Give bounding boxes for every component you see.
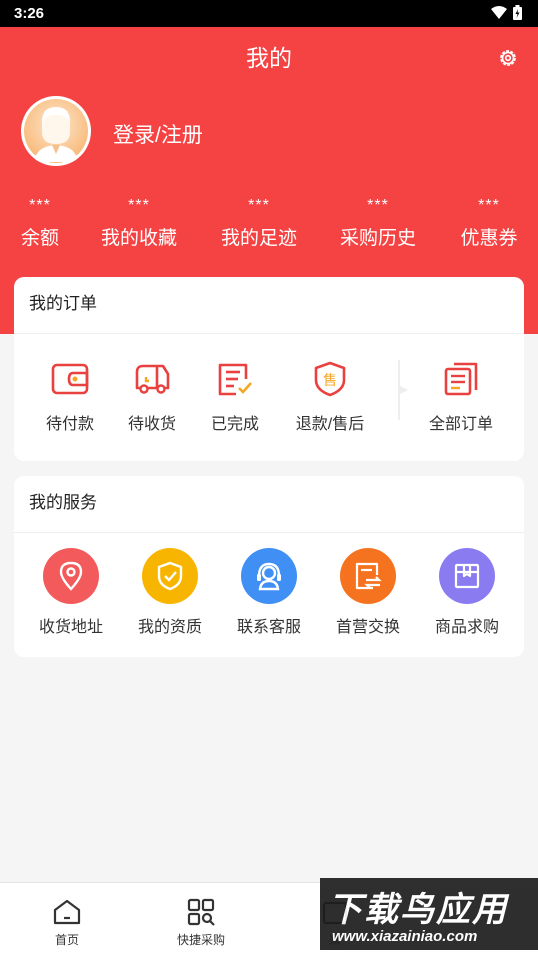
stat-footprints[interactable]: *** 我的足迹 [214,197,304,250]
order-status-row: 待付款 待收货 已完成 售 退款/售后 全部订单 [14,334,524,461]
stat-label: 我的收藏 [100,228,177,249]
service-label: 我的资质 [137,619,202,636]
order-item-label: 已完成 [210,416,259,433]
shield-check-icon [157,561,183,591]
my-orders-card: 我的订单 待付款 待收货 已完成 售 退款/售后 全部订单 [14,277,524,461]
stat-balance[interactable]: *** 余额 [14,197,66,250]
service-icon-circle [142,548,198,604]
documents-icon [444,362,478,396]
stat-label: 采购历史 [339,228,416,249]
stats-row: *** 余额 *** 我的收藏 *** 我的足迹 *** 采购历史 *** 优惠… [0,197,538,257]
avatar-person-icon [24,99,88,163]
service-shipping-address[interactable]: 收货地址 [21,548,121,637]
service-customer-support[interactable]: 联系客服 [219,548,319,637]
stat-purchase-history[interactable]: *** 采购历史 [333,197,423,250]
service-label: 联系客服 [236,619,301,636]
stat-value: *** [248,197,270,214]
service-label: 收货地址 [38,619,103,636]
wallet-icon [51,363,89,395]
location-pin-icon [59,561,83,591]
quick-purchase-icon [187,898,215,926]
watermark: 下载鸟应用 www.xiazainiao.com [320,878,538,950]
stat-favorites[interactable]: *** 我的收藏 [94,197,184,250]
status-icons [491,5,522,20]
stat-value: *** [478,197,500,214]
tab-label: 快捷采购 [176,933,225,947]
service-icon-circle [439,548,495,604]
exchange-doc-icon [355,562,382,590]
home-icon [53,899,81,925]
aftersale-shield-icon: 售 [314,361,346,397]
stat-label: 余额 [20,228,59,249]
battery-icon [513,5,522,20]
order-all[interactable]: 全部订单 [411,357,511,434]
service-first-exchange[interactable]: 首营交换 [318,548,418,637]
checklist-icon [218,363,252,396]
order-completed[interactable]: 已完成 [185,357,285,434]
wifi-icon [491,5,507,19]
tab-home[interactable]: 首页 [0,883,134,948]
stat-coupons[interactable]: *** 优惠券 [453,197,525,250]
service-row: 收货地址 我的资质 联系客服 首营交换 商品求购 [14,533,524,657]
my-services-card: 我的服务 收货地址 我的资质 联系客服 首营交换 商品求购 [14,476,524,657]
service-icon-circle [340,548,396,604]
order-refund-aftersale[interactable]: 售 退款/售后 [280,357,380,434]
status-bar: 3:26 [0,0,538,27]
order-item-label: 全部订单 [428,416,493,433]
service-label: 商品求购 [434,619,499,636]
service-icon-circle [241,548,297,604]
svg-text:售: 售 [323,373,337,389]
stat-label: 我的足迹 [220,228,297,249]
service-product-request[interactable]: 商品求购 [417,548,517,637]
avatar[interactable] [21,96,91,166]
status-time: 3:26 [14,5,45,22]
box-icon [454,563,480,589]
service-label: 首营交换 [335,619,400,636]
page-title: 我的 [246,45,292,71]
login-register-link[interactable]: 登录/注册 [113,119,203,149]
stat-label: 优惠券 [460,228,518,249]
orders-title: 我的订单 [14,277,524,334]
service-icon-circle [43,548,99,604]
divider-arrow-icon [398,360,408,420]
tab-label: 首页 [54,933,79,947]
truck-icon [135,364,170,394]
service-qualification[interactable]: 我的资质 [120,548,220,637]
stat-value: *** [128,197,150,214]
stat-value: *** [367,197,389,214]
tab-quick-purchase[interactable]: 快捷采购 [134,883,268,948]
headset-icon [257,562,281,591]
order-item-label: 退款/售后 [295,416,365,433]
watermark-title: 下载鸟应用 [328,891,508,929]
services-title: 我的服务 [14,476,524,533]
stat-value: *** [29,197,51,214]
settings-gear-icon[interactable] [498,48,518,68]
watermark-url: www.xiazainiao.com [332,928,478,945]
